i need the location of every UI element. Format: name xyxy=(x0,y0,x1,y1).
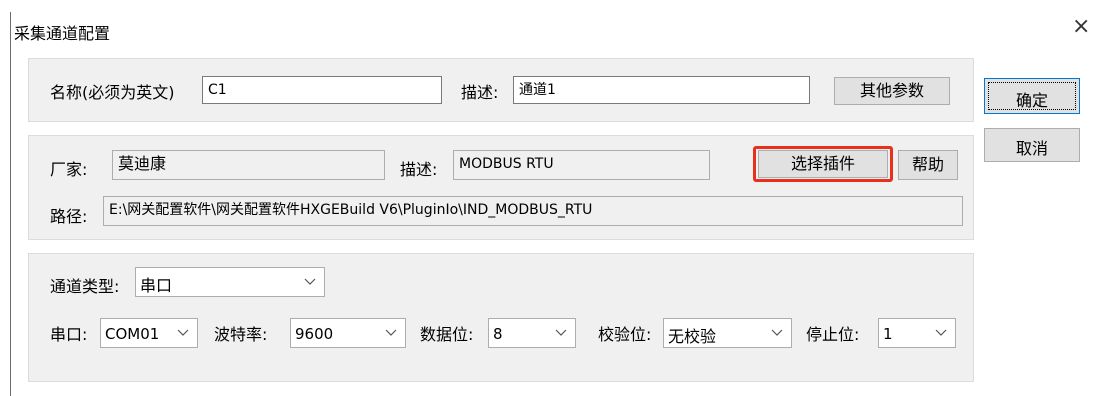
channel-type-select[interactable]: 串口 xyxy=(135,267,325,297)
vendor-label: 厂家: xyxy=(50,160,88,179)
baud-label: 波特率: xyxy=(214,325,268,344)
baud-value: 9600 xyxy=(295,325,334,343)
window-left-border xyxy=(10,12,11,396)
chevron-down-icon xyxy=(935,329,947,336)
baud-select[interactable]: 9600 xyxy=(290,318,406,348)
ok-button[interactable]: 确定 xyxy=(984,78,1080,114)
path-field: E:\网关配置软件\网关配置软件HXGEBuild V6\PluginIo\IN… xyxy=(103,196,963,226)
path-label: 路径: xyxy=(50,207,88,226)
stopbits-value: 1 xyxy=(883,325,893,343)
chevron-down-icon xyxy=(771,329,783,336)
chevron-down-icon xyxy=(177,329,189,336)
stopbits-label: 停止位: xyxy=(806,325,860,344)
parity-select[interactable]: 无校验 xyxy=(663,318,792,348)
databits-label: 数据位: xyxy=(420,325,474,344)
cancel-button-label: 取消 xyxy=(1015,139,1048,158)
databits-select[interactable]: 8 xyxy=(488,318,576,348)
ok-button-label: 确定 xyxy=(1015,91,1048,110)
plugin-desc-field: MODBUS RTU xyxy=(453,150,710,180)
port-label: 串口: xyxy=(50,325,88,344)
select-plugin-button[interactable]: 选择插件 xyxy=(758,150,888,178)
name-input[interactable]: C1 xyxy=(202,76,442,104)
window-title: 采集通道配置 xyxy=(14,24,111,43)
parity-label: 校验位: xyxy=(598,325,652,344)
parity-value: 无校验 xyxy=(668,327,717,346)
chevron-down-icon xyxy=(304,278,316,285)
channel-type-value: 串口 xyxy=(140,276,173,295)
vendor-field: 莫迪康 xyxy=(112,150,385,180)
databits-value: 8 xyxy=(493,325,503,343)
chevron-down-icon xyxy=(555,329,567,336)
close-icon[interactable]: × xyxy=(1072,14,1090,39)
channel-desc-label: 描述: xyxy=(461,83,499,102)
cancel-button[interactable]: 取消 xyxy=(984,128,1080,162)
plugin-desc-label: 描述: xyxy=(400,160,438,179)
other-params-button[interactable]: 其他参数 xyxy=(834,77,950,105)
channel-desc-input[interactable]: 通道1 xyxy=(513,76,810,104)
port-select[interactable]: COM01 xyxy=(100,318,198,348)
chevron-down-icon xyxy=(385,329,397,336)
port-value: COM01 xyxy=(105,325,160,343)
help-button[interactable]: 帮助 xyxy=(898,150,958,180)
channel-type-label: 通道类型: xyxy=(50,277,120,296)
stopbits-select[interactable]: 1 xyxy=(878,318,956,348)
name-label: 名称(必须为英文) xyxy=(50,83,175,102)
